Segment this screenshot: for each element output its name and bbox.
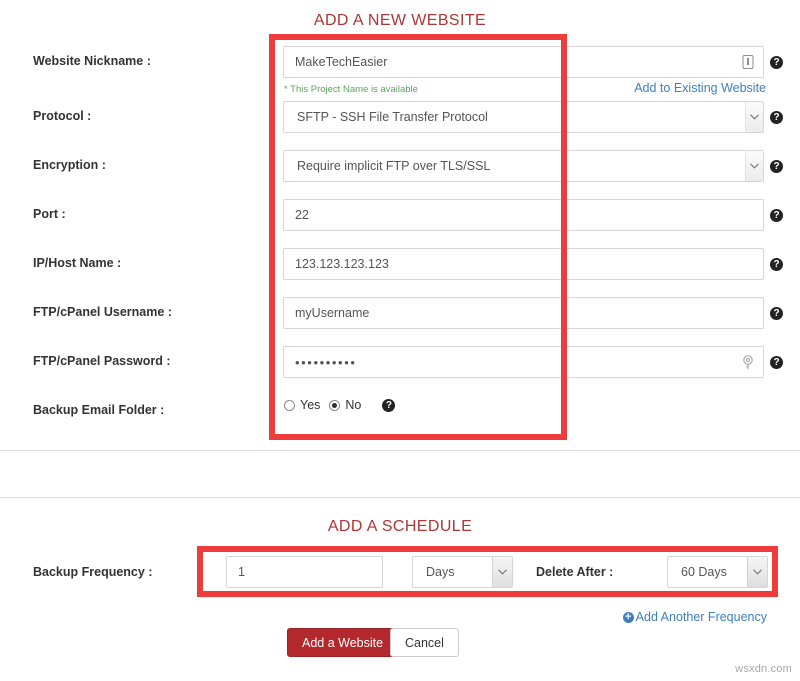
backup-frequency-input[interactable]	[226, 556, 383, 588]
ip-host-name-input[interactable]	[283, 248, 764, 280]
card-info-icon[interactable]	[740, 54, 756, 70]
help-icon-encryption[interactable]: ?	[770, 160, 783, 173]
port-input[interactable]	[283, 199, 764, 231]
ftp-password-input[interactable]	[283, 346, 764, 378]
add-another-frequency-label: Add Another Frequency	[636, 610, 767, 624]
backup-frequency-unit-select[interactable]: Days	[412, 556, 513, 588]
protocol-select[interactable]: SFTP - SSH File Transfer Protocol	[283, 101, 764, 133]
radio-label-no: No	[345, 398, 361, 412]
nickname-availability-note: * This Project Name is available	[284, 84, 418, 95]
divider-2	[0, 497, 800, 498]
add-a-website-button[interactable]: Add a Website	[287, 628, 398, 657]
form-row-username: FTP/cPanel Username : ?	[0, 297, 800, 331]
cancel-button[interactable]: Cancel	[390, 628, 459, 657]
chevron-down-icon	[747, 557, 767, 587]
label-delete-after: Delete After :	[536, 565, 613, 579]
chevron-down-icon	[492, 557, 512, 587]
radio-button-no[interactable]	[329, 400, 340, 411]
form-row-ip-host: IP/Host Name : ?	[0, 248, 800, 282]
label-port: Port :	[33, 207, 66, 221]
form-row-website-nickname: Website Nickname : ?	[0, 46, 800, 80]
radio-button-yes[interactable]	[284, 400, 295, 411]
delete-after-select[interactable]: 60 Days	[667, 556, 768, 588]
label-ftp-username: FTP/cPanel Username :	[33, 305, 172, 319]
key-reveal-icon[interactable]	[740, 354, 756, 370]
help-icon-backup-email-folder[interactable]: ?	[382, 399, 395, 412]
form-row-port: Port : ?	[0, 199, 800, 233]
page-title-add-website: ADD A NEW WEBSITE	[0, 12, 800, 30]
chevron-down-icon	[745, 151, 763, 181]
label-ip-host-name: IP/Host Name :	[33, 256, 121, 270]
label-backup-email-folder: Backup Email Folder :	[33, 403, 164, 417]
form-row-protocol: Protocol : SFTP - SSH File Transfer Prot…	[0, 101, 800, 135]
encryption-select-value: Require implicit FTP over TLS/SSL	[283, 150, 764, 182]
help-icon-protocol[interactable]: ?	[770, 111, 783, 124]
help-icon-ftp-password[interactable]: ?	[770, 356, 783, 369]
radio-option-yes[interactable]: Yes	[284, 398, 320, 412]
website-nickname-input[interactable]	[283, 46, 764, 78]
help-icon-website-nickname[interactable]: ?	[770, 56, 783, 69]
help-icon-ip-host-name[interactable]: ?	[770, 258, 783, 271]
label-protocol: Protocol :	[33, 109, 91, 123]
help-icon-ftp-username[interactable]: ?	[770, 307, 783, 320]
plus-icon: +	[623, 612, 634, 623]
ftp-username-input[interactable]	[283, 297, 764, 329]
form-row-encryption: Encryption : Require implicit FTP over T…	[0, 150, 800, 184]
chevron-down-icon	[745, 102, 763, 132]
add-to-existing-website-link[interactable]: Add to Existing Website	[634, 81, 766, 95]
divider-1	[0, 450, 800, 451]
add-another-frequency-link[interactable]: + Add Another Frequency	[623, 610, 767, 624]
backup-email-folder-radio-group[interactable]: Yes No ?	[284, 398, 383, 412]
label-ftp-password: FTP/cPanel Password :	[33, 354, 171, 368]
label-encryption: Encryption :	[33, 158, 106, 172]
help-icon-port[interactable]: ?	[770, 209, 783, 222]
form-row-backup-email-folder: Backup Email Folder :	[0, 395, 800, 429]
label-website-nickname: Website Nickname :	[33, 54, 151, 68]
protocol-select-value: SFTP - SSH File Transfer Protocol	[283, 101, 764, 133]
radio-label-yes: Yes	[300, 398, 320, 412]
radio-option-no[interactable]: No	[329, 398, 361, 412]
encryption-select[interactable]: Require implicit FTP over TLS/SSL	[283, 150, 764, 182]
form-row-backup-frequency: Backup Frequency : Days Delete After : 6…	[0, 556, 800, 590]
watermark: wsxdn.com	[735, 663, 792, 675]
page-title-add-schedule: ADD A SCHEDULE	[0, 518, 800, 536]
label-backup-frequency: Backup Frequency :	[33, 565, 152, 579]
form-row-password: FTP/cPanel Password : ?	[0, 346, 800, 380]
